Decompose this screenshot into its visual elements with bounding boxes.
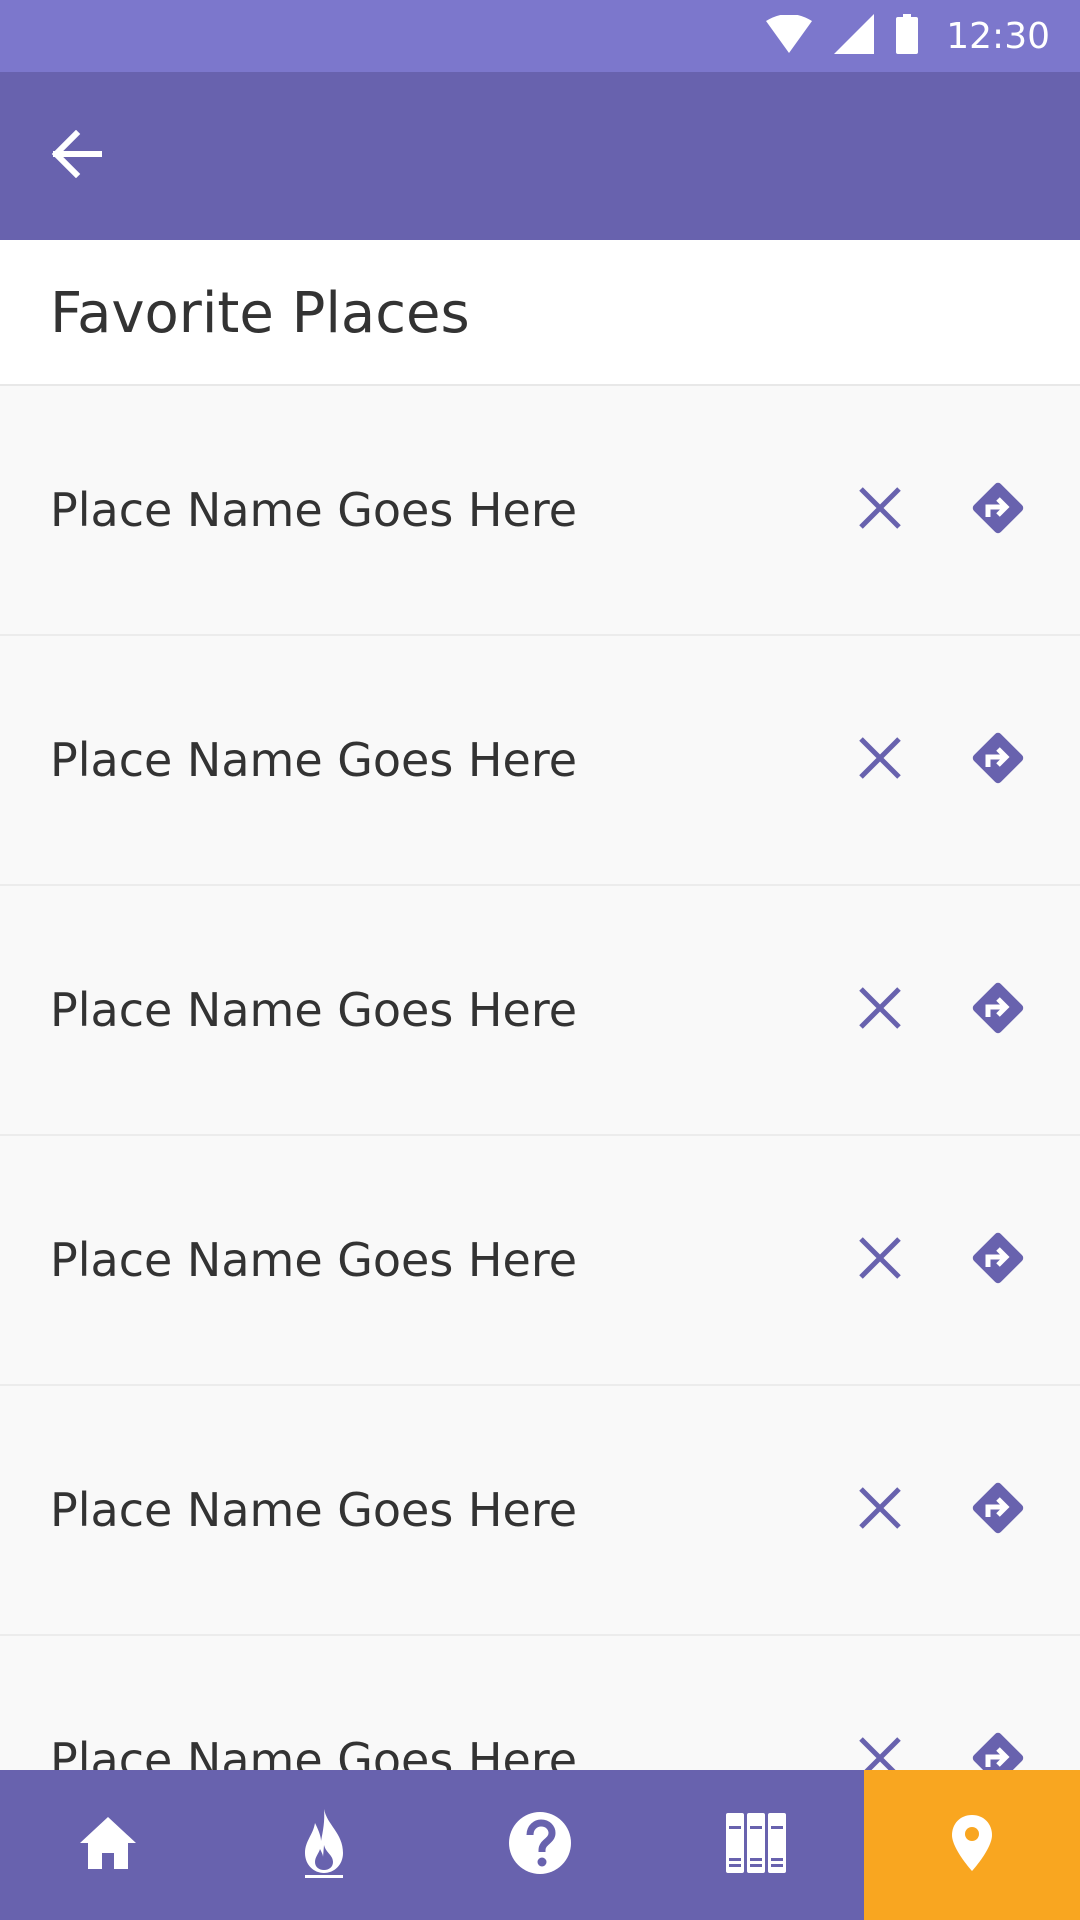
page-title: Favorite Places	[50, 280, 470, 346]
place-name: Place Name Goes Here	[50, 483, 578, 537]
back-button[interactable]	[32, 112, 120, 200]
directions-icon	[967, 977, 1029, 1043]
nav-item-trending[interactable]	[216, 1770, 432, 1920]
directions-button[interactable]	[958, 1220, 1038, 1300]
list-item[interactable]: Place Name Goes Here	[0, 886, 1080, 1136]
remove-button[interactable]	[840, 720, 920, 800]
directions-button[interactable]	[958, 470, 1038, 550]
directions-button[interactable]	[958, 1720, 1038, 1770]
directions-button[interactable]	[958, 720, 1038, 800]
directions-icon	[967, 477, 1029, 543]
bottom-navigation	[0, 1770, 1080, 1920]
list-item[interactable]: Place Name Goes Here	[0, 386, 1080, 636]
directions-button[interactable]	[958, 970, 1038, 1050]
place-name: Place Name Goes Here	[50, 1233, 578, 1287]
nav-item-places[interactable]	[864, 1770, 1080, 1920]
fire-icon	[301, 1807, 347, 1883]
place-name: Place Name Goes Here	[50, 1483, 578, 1537]
home-icon	[78, 1815, 138, 1875]
favorite-places-list[interactable]: Place Name Goes Here Place Name Goes Her…	[0, 386, 1080, 1770]
directions-icon	[967, 727, 1029, 793]
remove-button[interactable]	[840, 470, 920, 550]
directions-icon	[967, 1227, 1029, 1293]
nav-item-library[interactable]	[648, 1770, 864, 1920]
wifi-icon	[766, 14, 813, 57]
nav-item-help[interactable]	[432, 1770, 648, 1920]
arrow-back-icon	[50, 129, 103, 182]
title-section: Favorite Places	[0, 240, 1080, 386]
library-icon	[725, 1812, 787, 1878]
status-icons: 12:30	[766, 0, 1050, 72]
place-name: Place Name Goes Here	[50, 733, 578, 787]
directions-icon	[967, 1727, 1029, 1770]
close-icon	[858, 1236, 902, 1284]
cellular-signal-icon	[834, 14, 875, 58]
remove-button[interactable]	[840, 970, 920, 1050]
location-pin-icon	[950, 1813, 994, 1877]
remove-button[interactable]	[840, 1470, 920, 1550]
list-item[interactable]: Place Name Goes Here	[0, 1636, 1080, 1770]
close-icon	[858, 486, 902, 534]
status-time: 12:30	[946, 15, 1050, 57]
help-icon	[508, 1811, 572, 1879]
battery-icon	[896, 14, 919, 58]
close-icon	[858, 1736, 902, 1770]
close-icon	[858, 1486, 902, 1534]
close-icon	[858, 736, 902, 784]
status-bar: 12:30	[0, 0, 1080, 72]
directions-button[interactable]	[958, 1470, 1038, 1550]
remove-button[interactable]	[840, 1720, 920, 1770]
list-item[interactable]: Place Name Goes Here	[0, 1136, 1080, 1386]
app-bar	[0, 72, 1080, 240]
list-item[interactable]: Place Name Goes Here	[0, 636, 1080, 886]
place-name: Place Name Goes Here	[50, 1733, 578, 1770]
place-name: Place Name Goes Here	[50, 983, 578, 1037]
close-icon	[858, 986, 902, 1034]
nav-item-home[interactable]	[0, 1770, 216, 1920]
list-item[interactable]: Place Name Goes Here	[0, 1386, 1080, 1636]
directions-icon	[967, 1477, 1029, 1543]
remove-button[interactable]	[840, 1220, 920, 1300]
